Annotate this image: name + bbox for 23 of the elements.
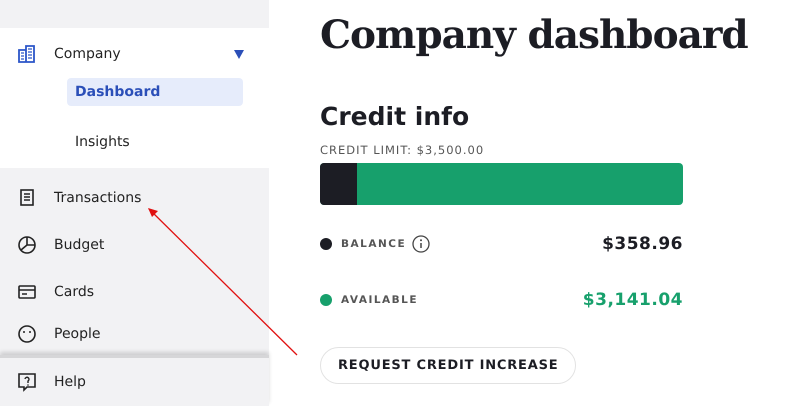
section-heading: Credit info xyxy=(320,102,470,131)
receipt-icon xyxy=(17,188,37,208)
amount: $3,141.04 xyxy=(582,290,683,310)
amount: $358.96 xyxy=(602,234,683,254)
nav-section[interactable]: Company xyxy=(54,46,217,62)
nav-item[interactable]: Transactions xyxy=(54,190,142,206)
face-icon xyxy=(17,324,37,344)
nav-subitem[interactable]: Dashboard xyxy=(67,78,243,106)
info-icon[interactable] xyxy=(412,235,430,253)
pie-chart-icon xyxy=(17,234,37,254)
credit-limit: CREDIT LIMIT: $3,500.00 xyxy=(320,143,484,157)
nav-item[interactable]: Cards xyxy=(54,284,94,300)
request-button[interactable]: REQUEST CREDIT INCREASE xyxy=(320,347,576,384)
legend-label: BALANCE xyxy=(341,238,406,250)
buildings-icon xyxy=(17,44,37,64)
help-icon xyxy=(17,372,37,392)
caret-icon[interactable] xyxy=(234,50,244,58)
page-title: Company dashboard xyxy=(320,12,748,58)
legend-label: AVAILABLE xyxy=(341,294,418,306)
nav-item[interactable]: Budget xyxy=(54,236,104,252)
nav-subitem[interactable]: Insights xyxy=(67,128,243,156)
help-link[interactable]: Help xyxy=(54,374,86,390)
nav-item[interactable]: People xyxy=(54,326,101,342)
